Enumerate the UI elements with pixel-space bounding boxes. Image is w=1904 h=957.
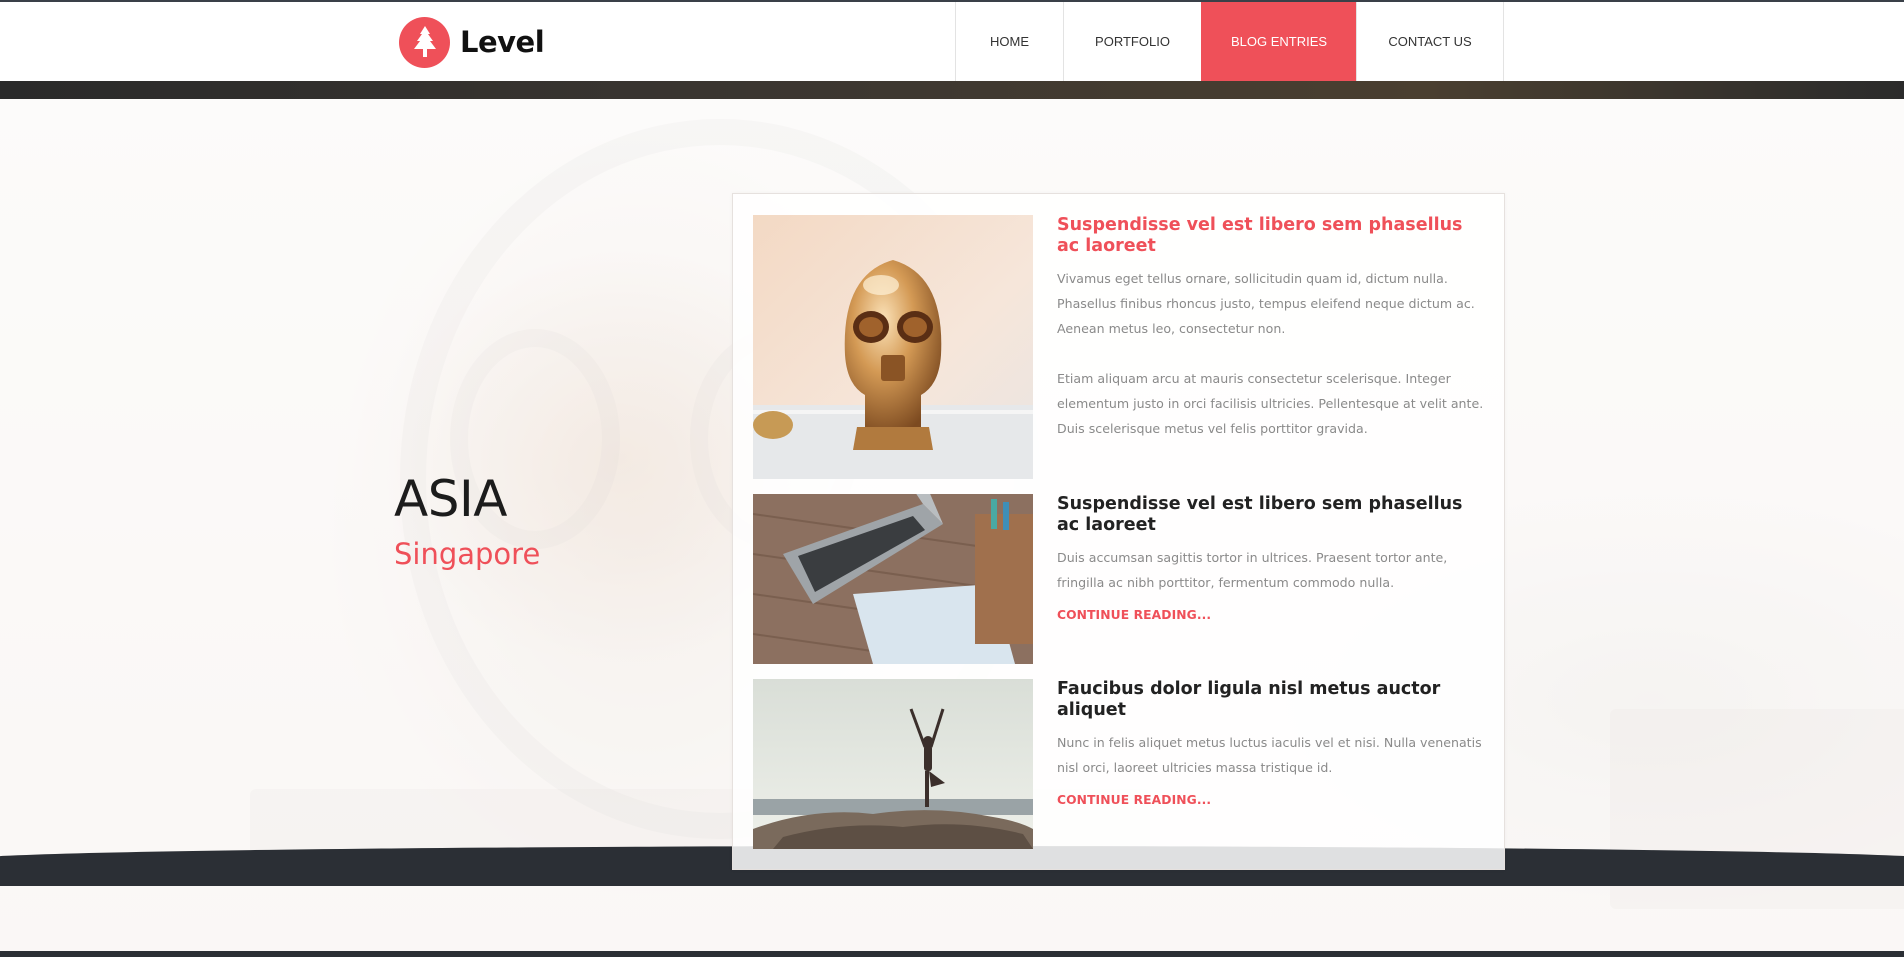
hero-top-strip (0, 81, 1904, 99)
entry-title[interactable]: Suspendisse vel est libero sem phasellus… (1057, 215, 1487, 257)
main-nav: HOME PORTFOLIO BLOG ENTRIES CONTACT US (955, 2, 1504, 81)
nav-contact-us[interactable]: CONTACT US (1356, 2, 1504, 81)
laptop-desk-image[interactable] (753, 494, 1033, 664)
entry-body: Faucibus dolor ligula nisl metus auctor … (1057, 679, 1487, 809)
entry-paragraph: Nunc in felis aliquet metus luctus iacul… (1057, 735, 1482, 775)
entry-paragraph: Vivamus eget tellus ornare, sollicitudin… (1057, 271, 1475, 336)
continue-reading-link[interactable]: CONTINUE READING... (1057, 608, 1211, 622)
brand-name: Level (460, 25, 545, 59)
entry-paragraph: Duis accumsan sagittis tortor in ultrice… (1057, 550, 1448, 590)
nav-portfolio[interactable]: PORTFOLIO (1063, 2, 1201, 81)
entry-paragraph: Etiam aliquam arcu at mauris consectetur… (1057, 371, 1484, 436)
entry-title[interactable]: Suspendisse vel est libero sem phasellus… (1057, 494, 1487, 536)
nav-blog-entries[interactable]: BLOG ENTRIES (1201, 2, 1356, 81)
region-title: ASIA (394, 470, 507, 528)
entry-body: Suspendisse vel est libero sem phasellus… (1057, 494, 1487, 624)
city-subtitle: Singapore (394, 537, 541, 571)
golden-robot-image[interactable] (753, 215, 1033, 479)
entry-title[interactable]: Faucibus dolor ligula nisl metus auctor … (1057, 679, 1487, 721)
entry-body: Suspendisse vel est libero sem phasellus… (1057, 215, 1487, 441)
yoga-rocks-image[interactable] (753, 679, 1033, 849)
site-logo[interactable]: Level (399, 16, 545, 68)
site-header: Level HOME PORTFOLIO BLOG ENTRIES CONTAC… (0, 0, 1904, 81)
nav-home[interactable]: HOME (955, 2, 1063, 81)
blog-entries-card: Suspendisse vel est libero sem phasellus… (732, 193, 1505, 870)
continue-reading-link[interactable]: CONTINUE READING... (1057, 793, 1211, 807)
pine-tree-icon (399, 16, 450, 68)
